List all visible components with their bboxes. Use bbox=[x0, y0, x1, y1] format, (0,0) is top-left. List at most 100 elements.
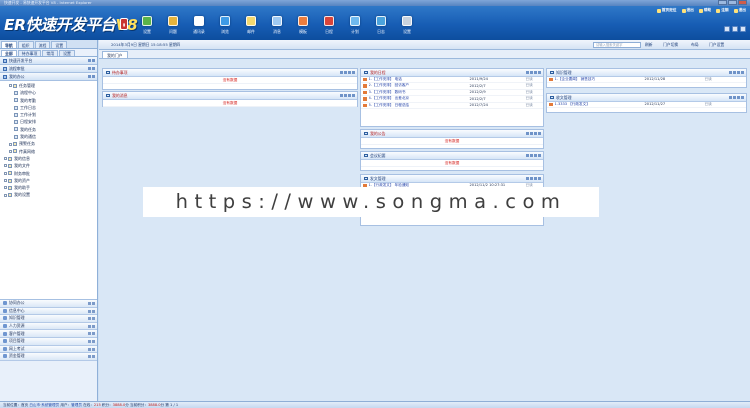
toolbar-button-9[interactable]: 日志 bbox=[368, 12, 394, 42]
portlet-controls[interactable] bbox=[526, 132, 541, 135]
expand-toggle-icon[interactable] bbox=[4, 193, 7, 197]
toolbar-button-6[interactable]: 模板 bbox=[290, 12, 316, 42]
tree-node[interactable]: 日程安排 bbox=[2, 118, 95, 125]
header-link-2[interactable]: 帮助 bbox=[698, 8, 711, 13]
expand-toggle-icon[interactable] bbox=[9, 149, 12, 153]
module-nav-item[interactable]: 网上考试 bbox=[0, 345, 97, 354]
close-button[interactable] bbox=[738, 0, 747, 5]
header-link-0[interactable]: 首页定位 bbox=[656, 8, 677, 13]
portlet-controls[interactable] bbox=[729, 96, 744, 99]
item-title[interactable]: 1.【工作安排】 电话 bbox=[369, 77, 470, 82]
tree-node[interactable]: 我的信息 bbox=[2, 155, 95, 162]
portlet-controls[interactable] bbox=[729, 71, 744, 74]
maximize-button[interactable] bbox=[728, 0, 737, 5]
panel-header-2[interactable]: 我的办公 bbox=[0, 73, 97, 81]
module-controls[interactable] bbox=[88, 302, 95, 305]
tree-node[interactable]: 我的文件 bbox=[2, 162, 95, 169]
tab-my-portal[interactable]: 我的门户 bbox=[102, 51, 128, 58]
module-nav-item[interactable]: 信息中心 bbox=[0, 307, 97, 316]
module-nav-item[interactable]: 知识管理 bbox=[0, 315, 97, 323]
panel-header-0[interactable]: 快速开发平台 bbox=[0, 57, 97, 65]
portlet-controls[interactable] bbox=[526, 154, 541, 157]
tree-node[interactable]: 财务审批 bbox=[2, 170, 95, 177]
module-nav-item[interactable]: 资金管理 bbox=[0, 353, 97, 361]
toolbar-button-10[interactable]: 设置 bbox=[394, 12, 420, 42]
module-controls[interactable] bbox=[88, 355, 95, 359]
expand-toggle-icon[interactable] bbox=[4, 157, 7, 161]
tree-node[interactable]: 工作计划 bbox=[2, 111, 95, 118]
module-controls[interactable] bbox=[88, 332, 95, 336]
status-user[interactable]: 管理员 bbox=[71, 403, 82, 407]
toolbar-button-4[interactable]: 邮件 bbox=[238, 12, 264, 42]
module-controls[interactable] bbox=[88, 339, 95, 343]
tree-node[interactable]: 我的助手 bbox=[2, 184, 95, 191]
item-title[interactable]: 4.【工作安排】 出差北京 bbox=[369, 96, 470, 101]
toolbar-button-0[interactable]: 设置 bbox=[134, 12, 160, 42]
tree-node[interactable]: 我的设置 bbox=[2, 191, 95, 198]
tree-node[interactable]: 流程中心 bbox=[2, 89, 95, 96]
toolbar-button-2[interactable]: 通讯录 bbox=[186, 12, 212, 42]
list-item[interactable]: 1.3333 【行政发文】 2012/11/27 已读 bbox=[547, 102, 746, 108]
tree-node[interactable]: 我的资产 bbox=[2, 177, 95, 184]
module-controls[interactable] bbox=[88, 317, 95, 321]
tree-node[interactable]: 我的考勤 bbox=[2, 97, 95, 104]
toolbar-button-7[interactable]: 日程 bbox=[316, 12, 342, 42]
tree-node[interactable]: 任务管理 bbox=[2, 82, 95, 89]
nav-tab-2[interactable]: 流程 bbox=[34, 41, 51, 48]
tree-node[interactable]: 预警任务 bbox=[2, 140, 95, 147]
toolbar-button-1[interactable]: 问题 bbox=[160, 12, 186, 42]
portlet-controls[interactable] bbox=[340, 94, 355, 97]
refresh-button[interactable]: 刷新 bbox=[645, 40, 653, 50]
tree-node[interactable]: 我的任务 bbox=[2, 126, 95, 133]
item-title[interactable]: 3.【工作安排】 数码书 bbox=[369, 90, 470, 95]
expand-toggle-icon[interactable] bbox=[9, 142, 12, 146]
portal-settings-button[interactable]: 门户设置 bbox=[709, 40, 724, 50]
expand-toggle-icon[interactable] bbox=[9, 84, 12, 88]
panel-controls[interactable] bbox=[88, 75, 95, 78]
item-title[interactable]: 1.3333 【行政发文】 bbox=[555, 102, 645, 107]
item-title[interactable]: 5.【工作安排】 日程总结 bbox=[369, 103, 470, 108]
header-link-1[interactable]: 退出 bbox=[681, 8, 694, 13]
panel-controls[interactable] bbox=[88, 59, 95, 62]
search-input[interactable]: 请输入搜索关键字 bbox=[593, 42, 641, 48]
tree-node[interactable]: 传真网络 bbox=[2, 148, 95, 155]
sub-tab-3[interactable]: 设置 bbox=[59, 50, 75, 56]
item-title[interactable]: 1.【企业要闻】 销售技巧 bbox=[555, 77, 645, 82]
portal-switch-button[interactable]: 门户切换 bbox=[663, 40, 678, 50]
panel-header-1[interactable]: 流程审批 bbox=[0, 65, 97, 73]
toolbar-button-8[interactable]: 计划 bbox=[342, 12, 368, 42]
expand-toggle-icon[interactable] bbox=[4, 164, 7, 168]
nav-tab-3[interactable]: 设置 bbox=[51, 41, 68, 48]
lock-icon[interactable] bbox=[740, 26, 746, 32]
sub-tab-0[interactable]: 全部 bbox=[1, 50, 17, 56]
item-title[interactable]: 2.【工作安排】 回访客户 bbox=[369, 83, 470, 88]
toolbar-button-3[interactable]: 浏览 bbox=[212, 12, 238, 42]
list-item[interactable]: 5.【工作安排】 日程总结 2012/7/24 已读 bbox=[361, 103, 543, 109]
expand-toggle-icon[interactable] bbox=[4, 186, 7, 190]
module-controls[interactable] bbox=[88, 347, 95, 351]
panel-controls[interactable] bbox=[88, 67, 95, 70]
toolbar-button-5[interactable]: 消息 bbox=[264, 12, 290, 42]
portlet-controls[interactable] bbox=[526, 71, 541, 74]
minimize-button[interactable] bbox=[718, 0, 727, 5]
sub-tab-1[interactable]: 待办事项 bbox=[17, 50, 42, 56]
home-icon[interactable] bbox=[732, 26, 738, 32]
module-nav-item[interactable]: 协同办公 bbox=[0, 300, 97, 308]
module-nav-item[interactable]: 客户管理 bbox=[0, 330, 97, 338]
module-nav-item[interactable]: 项目管理 bbox=[0, 337, 97, 346]
header-link-3[interactable]: 注销 bbox=[716, 8, 729, 13]
layout-button[interactable]: 布局 bbox=[691, 40, 699, 50]
nav-tab-1[interactable]: 组织 bbox=[17, 41, 34, 48]
nav-tab-0[interactable]: 导航 bbox=[1, 41, 17, 48]
header-link-4[interactable]: 退出 bbox=[733, 8, 746, 13]
refresh-icon[interactable] bbox=[724, 26, 730, 32]
portlet-controls[interactable] bbox=[526, 177, 541, 180]
module-controls[interactable] bbox=[88, 324, 95, 328]
tree-node[interactable]: 工作日志 bbox=[2, 104, 95, 111]
sub-tab-2[interactable]: 常用 bbox=[42, 50, 59, 56]
list-item[interactable]: 1.【企业要闻】 销售技巧 2012/11/28 已读 bbox=[547, 77, 746, 83]
module-controls[interactable] bbox=[88, 309, 95, 313]
tree-node[interactable]: 我的通信 bbox=[2, 133, 95, 140]
portlet-controls[interactable] bbox=[340, 71, 355, 74]
expand-toggle-icon[interactable] bbox=[4, 171, 7, 175]
